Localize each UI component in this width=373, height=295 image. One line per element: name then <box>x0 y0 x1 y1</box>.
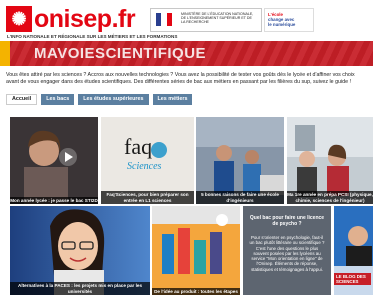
ministry-name: MINISTÈRE DE L'ÉDUCATION NATIONALE, DE L… <box>181 12 254 25</box>
tile-idee-produit[interactable]: De l'idée au produit : toutes les étapes <box>152 206 240 295</box>
tile-caption: Ma 1re année en prépa PCSI (physique, ch… <box>287 191 373 204</box>
psy-question-title: Quel bac pour faire une licence de psych… <box>249 215 325 227</box>
blog-label: LE BLOG DES SCIENCES <box>334 273 371 285</box>
tile-caption: Mon année lycée : je passe le bac STI2D <box>10 196 98 204</box>
tile-alternatives-paces[interactable]: Alternatives à la PACES : les projets mi… <box>10 206 150 295</box>
ad-line-3: le numérique <box>268 22 296 27</box>
tab-accueil[interactable]: Accueil <box>6 94 38 105</box>
sun-icon: ✺ <box>6 6 32 32</box>
tile-licence-psycho[interactable]: Quel bac pour faire une licence de psych… <box>243 206 331 295</box>
tile-blog-sciences[interactable]: LE BLOG DES SCIENCES <box>334 206 373 295</box>
french-flag-icon <box>156 13 172 26</box>
tab-etudes-superieures[interactable]: Les études supérieures <box>78 94 149 105</box>
tile-faq-sciences[interactable]: faq Sciences Faq'Sciences, pour bien pré… <box>101 117 194 204</box>
site-tagline: L'INFO NATIONALE ET RÉGIONALE SUR LES MÉ… <box>7 34 178 39</box>
section-tabs: Accueil Les bacs Les études supérieures … <box>6 94 193 106</box>
tile-caption: Alternatives à la PACES : les projets mi… <box>10 282 150 295</box>
faq-logo-main: faq <box>124 134 153 159</box>
tile-prepa-pcsi[interactable]: Ma 1re année en prépa PCSI (physique, ch… <box>287 117 373 204</box>
psy-question-body: Pour s'orienter en psychologie, faut-il … <box>249 235 325 272</box>
tile-caption: 5 bonnes raisons de faire une école d'in… <box>196 191 284 204</box>
banner-title: MAVOIESCIENTIFIQUE <box>34 45 207 62</box>
section-banner: MAVOIESCIENTIFIQUE <box>0 41 373 66</box>
faq-logo-sub: Sciences <box>127 161 162 172</box>
intro-text: Vous êtes attiré par les sciences ? Accr… <box>6 72 355 85</box>
ad-text: L'école change avec le numérique <box>268 12 295 27</box>
tile-caption: De l'idée au produit : toutes les étapes <box>152 287 240 295</box>
numerique-ad[interactable]: L'école change avec le numérique <box>264 8 314 32</box>
onisep-logo[interactable]: ✺ onisep.fr <box>6 5 136 33</box>
site-header: ✺ onisep.fr L'INFO NATIONALE ET RÉGIONAL… <box>0 0 373 41</box>
tab-les-bacs[interactable]: Les bacs <box>41 94 75 105</box>
tile-ecole-ingenieurs[interactable]: 5 bonnes raisons de faire une école d'in… <box>196 117 284 204</box>
student-video-thumbnail <box>10 117 98 204</box>
logo-text: onisep.fr <box>34 5 136 33</box>
product-steps-illustration <box>152 206 240 295</box>
tile-caption: Faq'Sciences, pour bien préparer son ent… <box>101 191 194 204</box>
tile-bac-sti2d[interactable]: Mon année lycée : je passe le bac STI2D <box>10 117 98 204</box>
ministry-logo[interactable]: MINISTÈRE DE L'ÉDUCATION NATIONALE, DE L… <box>150 8 262 32</box>
banner-stripe <box>0 41 10 66</box>
tab-les-metiers[interactable]: Les métiers <box>152 94 193 105</box>
